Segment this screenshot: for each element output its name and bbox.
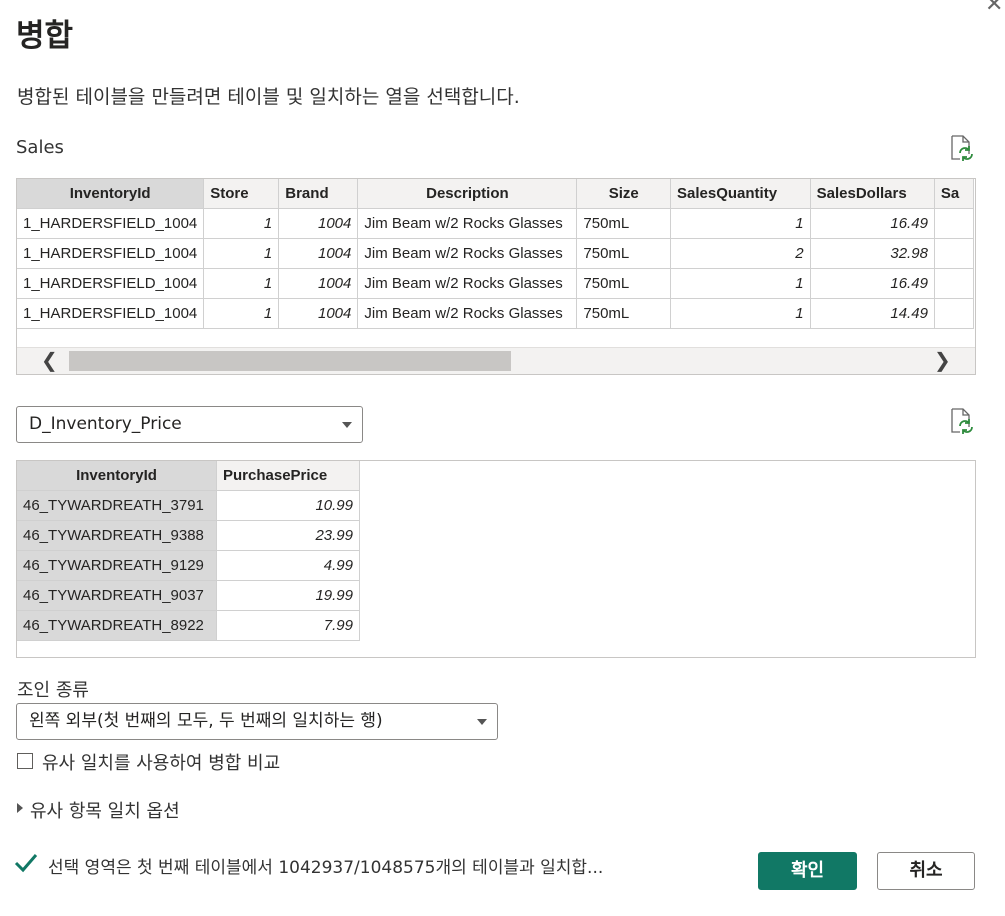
cell-brand: 1004: [278, 268, 359, 299]
table1-header-row: InventoryId Store Brand Description Size…: [17, 179, 975, 209]
dialog-subtitle: 병합된 테이블을 만들려면 테이블 및 일치하는 열을 선택합니다.: [17, 86, 520, 108]
cell-brand: 1004: [278, 298, 359, 329]
cell-store: 1: [203, 268, 280, 299]
checkmark-icon: [14, 852, 38, 874]
cell-purchaseprice: 19.99: [216, 580, 360, 611]
cell-purchaseprice: 10.99: [216, 490, 360, 521]
table-row: 46_TYWARDREATH_9037 19.99: [17, 580, 360, 611]
table-row: 1_HARDERSFIELD_1004 1 1004 Jim Beam w/2 …: [17, 208, 975, 239]
cell-size: 750mL: [576, 298, 671, 329]
ok-button[interactable]: 확인: [758, 852, 857, 890]
cell-inventoryid: 1_HARDERSFIELD_1004: [17, 268, 205, 299]
cell-brand: 1004: [278, 208, 359, 239]
cell-salesdollars: 14.49: [809, 298, 935, 329]
column-header-salesdollars[interactable]: SalesDollars: [809, 179, 935, 209]
table2-header-row: InventoryId PurchasePrice: [17, 461, 360, 491]
horizontal-scrollbar[interactable]: ❮ ❯: [17, 347, 975, 374]
column-header-store[interactable]: Store: [203, 179, 280, 209]
cell-purchaseprice: 4.99: [216, 550, 360, 581]
dialog-title: 병합: [16, 18, 74, 54]
table1-name: Sales: [16, 137, 64, 158]
table-row: 46_TYWARDREATH_3791 10.99: [17, 490, 360, 521]
column-header-purchaseprice[interactable]: PurchasePrice: [216, 461, 360, 491]
table2-select[interactable]: D_Inventory_Price: [16, 406, 363, 443]
cell-partial: [933, 238, 975, 269]
cell-inventoryid: 1_HARDERSFIELD_1004: [17, 298, 205, 329]
cell-inventoryid: 46_TYWARDREATH_9129: [17, 550, 217, 581]
table-row: 1_HARDERSFIELD_1004 1 1004 Jim Beam w/2 …: [17, 238, 975, 269]
cell-description: Jim Beam w/2 Rocks Glasses: [357, 268, 578, 299]
cell-purchaseprice: 23.99: [216, 520, 360, 551]
cell-inventoryid: 46_TYWARDREATH_8922: [17, 610, 217, 641]
cell-salesdollars: 16.49: [809, 208, 935, 239]
chevron-down-icon: [477, 719, 487, 725]
fuzzy-options-toggle[interactable]: 유사 항목 일치 옵션: [30, 797, 180, 823]
cell-purchaseprice: 7.99: [216, 610, 360, 641]
table2-preview: InventoryId PurchasePrice 46_TYWARDREATH…: [16, 460, 976, 658]
cell-salesdollars: 16.49: [809, 268, 935, 299]
fuzzy-match-checkbox[interactable]: [17, 753, 33, 769]
cell-inventoryid: 1_HARDERSFIELD_1004: [17, 208, 205, 239]
column-header-partial[interactable]: Sa: [933, 179, 975, 209]
cell-inventoryid: 46_TYWARDREATH_3791: [17, 490, 217, 521]
expand-triangle-icon[interactable]: [17, 803, 23, 813]
cell-size: 750mL: [576, 208, 671, 239]
column-header-size[interactable]: Size: [576, 179, 671, 209]
table-row: 46_TYWARDREATH_9388 23.99: [17, 520, 360, 551]
column-header-salesquantity[interactable]: SalesQuantity: [670, 179, 811, 209]
cell-size: 750mL: [576, 268, 671, 299]
cell-inventoryid: 1_HARDERSFIELD_1004: [17, 238, 205, 269]
table-row: 46_TYWARDREATH_9129 4.99: [17, 550, 360, 581]
scrollbar-thumb[interactable]: [69, 351, 511, 371]
column-header-brand[interactable]: Brand: [278, 179, 359, 209]
match-status-text: 선택 영역은 첫 번째 테이블에서 1042937/1048575개의 테이블과…: [48, 858, 604, 878]
cell-inventoryid: 46_TYWARDREATH_9037: [17, 580, 217, 611]
cancel-button[interactable]: 취소: [877, 852, 975, 890]
cell-description: Jim Beam w/2 Rocks Glasses: [357, 208, 578, 239]
column-header-inventoryid[interactable]: InventoryId: [17, 461, 217, 491]
chevron-down-icon: [342, 422, 352, 428]
cell-description: Jim Beam w/2 Rocks Glasses: [357, 238, 578, 269]
cell-description: Jim Beam w/2 Rocks Glasses: [357, 298, 578, 329]
cell-salesquantity: 1: [670, 268, 811, 299]
table-row: 1_HARDERSFIELD_1004 1 1004 Jim Beam w/2 …: [17, 298, 975, 329]
refresh-preview-icon[interactable]: [951, 408, 973, 434]
cell-partial: [933, 208, 975, 239]
cell-salesquantity: 1: [670, 298, 811, 329]
cell-salesquantity: 2: [670, 238, 811, 269]
cell-size: 750mL: [576, 238, 671, 269]
table-row: 1_HARDERSFIELD_1004 1 1004 Jim Beam w/2 …: [17, 268, 975, 299]
cell-partial: [933, 268, 975, 299]
table1-preview: InventoryId Store Brand Description Size…: [16, 178, 976, 375]
cell-inventoryid: 46_TYWARDREATH_9388: [17, 520, 217, 551]
cell-store: 1: [203, 298, 280, 329]
cell-partial: [933, 298, 975, 329]
join-kind-label: 조인 종류: [17, 680, 89, 701]
table2-grid: InventoryId PurchasePrice 46_TYWARDREATH…: [17, 461, 360, 641]
join-kind-select[interactable]: 왼쪽 외부(첫 번째의 모두, 두 번째의 일치하는 행): [16, 703, 498, 740]
cell-brand: 1004: [278, 238, 359, 269]
scroll-left-icon[interactable]: ❮: [41, 348, 58, 372]
table1-grid: InventoryId Store Brand Description Size…: [17, 179, 975, 329]
refresh-preview-icon[interactable]: [951, 135, 973, 161]
cell-store: 1: [203, 208, 280, 239]
scroll-right-icon[interactable]: ❯: [934, 348, 951, 372]
table-row: 46_TYWARDREATH_8922 7.99: [17, 610, 360, 641]
column-header-description[interactable]: Description: [357, 179, 578, 209]
column-header-inventoryid[interactable]: InventoryId: [17, 179, 205, 209]
cell-salesdollars: 32.98: [809, 238, 935, 269]
cell-salesquantity: 1: [670, 208, 811, 239]
close-icon[interactable]: ✕: [985, 0, 1003, 17]
cell-store: 1: [203, 238, 280, 269]
table2-select-value: D_Inventory_Price: [29, 414, 182, 434]
join-kind-select-value: 왼쪽 외부(첫 번째의 모두, 두 번째의 일치하는 행): [29, 711, 383, 731]
fuzzy-match-label[interactable]: 유사 일치를 사용하여 병합 비교: [42, 749, 280, 775]
